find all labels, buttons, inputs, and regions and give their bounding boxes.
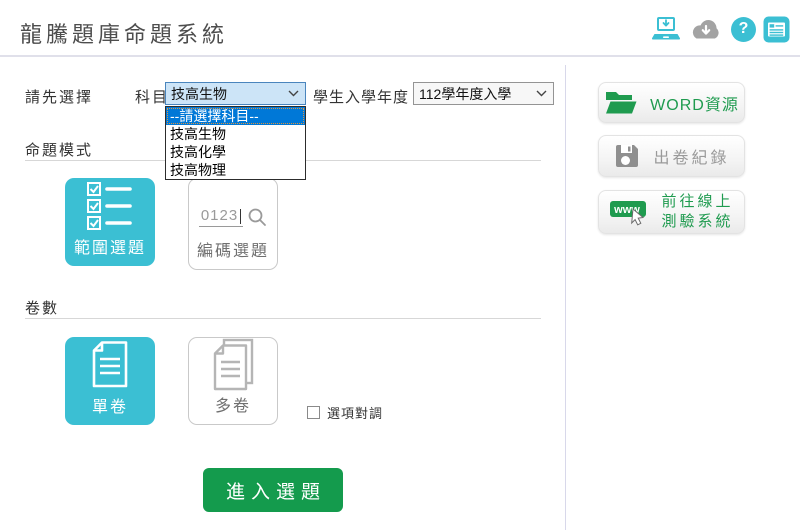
- single-document-icon: [65, 337, 155, 393]
- year-select[interactable]: 112學年度入學: [413, 82, 554, 105]
- page-title: 龍騰題庫命題系統: [20, 17, 228, 49]
- laptop-download-icon[interactable]: [651, 16, 681, 43]
- swap-options-checkbox[interactable]: [307, 406, 320, 419]
- word-resources-button[interactable]: WORD資源: [598, 82, 745, 123]
- chevron-down-icon: [536, 90, 547, 97]
- text-caret: [240, 209, 241, 224]
- browser-list-icon[interactable]: [763, 16, 790, 43]
- exam-records-label: 出卷紀錄: [653, 144, 729, 168]
- subject-select[interactable]: 技高生物: [165, 82, 306, 105]
- online-test-label-line1: 前往線上: [661, 193, 733, 210]
- single-paper-tile[interactable]: 單卷: [65, 337, 155, 425]
- online-test-label: 前往線上 測驗系統: [661, 192, 733, 233]
- subject-option-physics[interactable]: 技高物理: [166, 161, 305, 179]
- range-select-tile[interactable]: 範圍選題: [65, 178, 155, 266]
- swap-options-label: 選項對調: [327, 403, 383, 422]
- papers-section-title: 卷數: [25, 297, 59, 318]
- save-disk-icon: [613, 142, 641, 170]
- subject-option-placeholder[interactable]: --請選擇科目--: [166, 107, 305, 125]
- chevron-down-icon: [288, 90, 299, 97]
- enter-selection-button[interactable]: 進入選題: [203, 468, 343, 512]
- online-test-button[interactable]: www 前往線上 測驗系統: [598, 190, 745, 234]
- prompt-label: 請先選擇: [25, 86, 93, 107]
- mode-section-title: 命題模式: [25, 139, 93, 160]
- subject-dropdown-list: --請選擇科目-- 技高生物 技高化學 技高物理: [165, 106, 306, 180]
- code-select-label: 編碼選題: [197, 237, 269, 261]
- exam-records-button[interactable]: 出卷紀錄: [598, 135, 745, 177]
- code-input[interactable]: 0123: [199, 207, 243, 227]
- code-input-row: 0123: [199, 179, 267, 237]
- header-icon-bar: ?: [651, 14, 790, 44]
- swap-options-row: 選項對調: [307, 403, 383, 422]
- subject-label: 科目: [135, 86, 169, 107]
- help-icon[interactable]: ?: [731, 17, 756, 42]
- cloud-download-icon[interactable]: [688, 16, 724, 43]
- single-paper-label: 單卷: [92, 393, 128, 417]
- folder-icon: [604, 89, 638, 116]
- search-icon[interactable]: [247, 207, 267, 227]
- checklist-icon: [65, 178, 155, 234]
- code-input-value: 0123: [201, 207, 238, 224]
- subject-select-value: 技高生物: [171, 84, 227, 104]
- multi-paper-tile[interactable]: 多卷: [188, 337, 278, 425]
- code-select-tile[interactable]: 0123 編碼選題: [188, 178, 278, 270]
- app-window: 龍騰題庫命題系統 ?: [0, 0, 800, 532]
- multi-document-icon: [189, 338, 277, 392]
- www-cursor-icon: www: [609, 197, 649, 227]
- papers-section-rule: [25, 318, 541, 319]
- year-label: 學生入學年度: [313, 86, 409, 107]
- header: 龍騰題庫命題系統 ?: [0, 0, 800, 57]
- help-glyph: ?: [739, 20, 749, 38]
- subject-option-biology[interactable]: 技高生物: [166, 125, 305, 143]
- multi-paper-label: 多卷: [215, 392, 251, 416]
- vertical-divider: [565, 65, 566, 530]
- online-test-label-line2: 測驗系統: [661, 213, 733, 230]
- word-resources-label: WORD資源: [650, 91, 739, 115]
- range-select-label: 範圍選題: [74, 234, 146, 258]
- subject-option-chemistry[interactable]: 技高化學: [166, 143, 305, 161]
- year-select-value: 112學年度入學: [419, 84, 511, 104]
